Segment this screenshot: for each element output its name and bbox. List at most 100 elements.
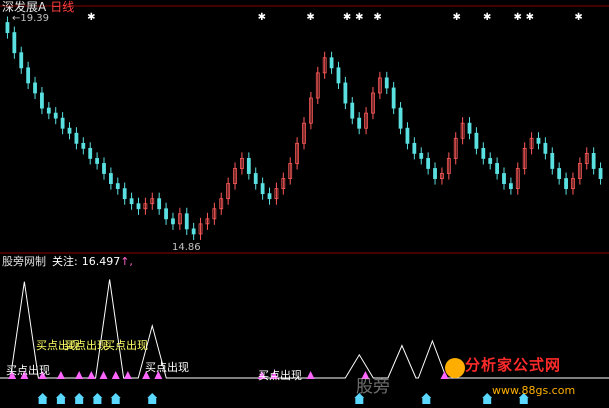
candle-body <box>488 158 493 164</box>
chart-title: 深发展A 日线 <box>2 1 74 13</box>
candle-body <box>398 107 403 129</box>
candle-body <box>33 82 37 94</box>
buy-house-icon <box>56 398 65 404</box>
buy-house-roof-icon <box>37 393 48 398</box>
buy-arrow-icon <box>99 371 108 379</box>
buy-house-roof-icon <box>74 393 85 398</box>
candle-body <box>53 112 58 119</box>
candle-body <box>81 142 86 149</box>
signal-mark-icon: ✱ <box>526 12 534 23</box>
candle-body <box>329 57 334 69</box>
candle-body <box>46 107 51 114</box>
signal-mark-icon: ✱ <box>343 12 351 23</box>
candle-body <box>598 168 603 179</box>
buy-house-icon <box>75 398 84 404</box>
low-price-label: 14.86 <box>172 243 201 253</box>
site-logo: 分析家公式网 <box>465 356 562 374</box>
candle-body <box>481 147 486 159</box>
candle-body <box>350 102 355 119</box>
candle-body <box>336 67 341 84</box>
candle-body <box>136 203 141 210</box>
candle-body <box>467 122 472 134</box>
buy-house-icon <box>422 398 431 404</box>
candle-body <box>253 173 258 184</box>
candle-body <box>502 173 506 184</box>
candle-body <box>164 208 168 220</box>
candle-body <box>122 188 127 200</box>
buy-house-icon <box>148 398 157 404</box>
stock-name: 深发展A <box>2 0 47 14</box>
signal-mark-icon: ✱ <box>87 12 95 23</box>
candle-body <box>343 82 348 104</box>
focus-arrow-icon: ↑, <box>120 255 133 268</box>
buy-house-icon <box>519 398 528 404</box>
candle-body <box>19 52 24 69</box>
signal-mark-icon: ✱ <box>258 12 266 23</box>
candle-body <box>157 198 162 210</box>
candle-body <box>246 158 251 174</box>
signal-mark-icon: ✱ <box>483 12 491 23</box>
buy-house-roof-icon <box>482 393 493 398</box>
candle-body <box>5 22 10 33</box>
candle-body <box>191 228 196 235</box>
focus-label: 关注: <box>52 255 78 268</box>
candle-body <box>95 158 100 164</box>
candle-body <box>391 87 396 109</box>
buy-house-icon <box>355 398 364 404</box>
candle-body <box>267 193 272 200</box>
buy-house-icon <box>93 398 102 404</box>
high-price-value: 19.39 <box>20 13 50 24</box>
candle-body <box>115 183 120 190</box>
signal-mark-icon: ✱ <box>306 12 314 23</box>
candle-body <box>88 147 93 159</box>
candle-body <box>184 213 189 230</box>
signal-label: 买点出现 <box>258 369 302 382</box>
signal-mark-icon: ✱ <box>373 12 381 23</box>
buy-house-roof-icon <box>421 393 432 398</box>
candle-body <box>357 117 362 129</box>
buy-house-roof-icon <box>55 393 66 398</box>
candle-body <box>67 127 72 134</box>
signal-label: 买点出现 <box>104 339 148 352</box>
indicator-header: 股旁网制 关注: 16.497↑, <box>2 256 133 267</box>
signal-mark-icon: ✱ <box>453 12 461 23</box>
candle-body <box>40 92 44 109</box>
candle-body <box>508 183 513 190</box>
buy-house-roof-icon <box>110 393 121 398</box>
buy-house-icon <box>38 398 47 404</box>
buy-house-icon <box>111 398 120 404</box>
buy-house-roof-icon <box>92 393 103 398</box>
candle-body <box>26 67 31 84</box>
buy-arrow-icon <box>87 371 96 379</box>
indicator-name[interactable]: 股旁网制 <box>2 255 46 268</box>
candle-body <box>108 173 113 184</box>
candle-body <box>384 77 389 89</box>
buy-arrow-icon <box>123 371 132 379</box>
signal-label: 买点出现 <box>145 361 189 374</box>
buy-house-roof-icon <box>147 393 158 398</box>
focus-value: 16.497 <box>81 255 121 268</box>
candle-body <box>550 152 555 169</box>
candle-body <box>474 132 479 149</box>
candle-body <box>536 137 541 144</box>
watermark: 股旁 <box>356 377 390 397</box>
high-price-label: ←19.39 <box>12 13 50 24</box>
period-label[interactable]: 日线 <box>50 0 74 14</box>
candle-body <box>426 158 431 169</box>
candle-body <box>419 152 424 159</box>
logo-icon <box>445 358 465 378</box>
candle-body <box>405 127 410 144</box>
low-price-value: 14.86 <box>172 242 201 253</box>
candle-body <box>74 132 79 144</box>
buy-arrow-icon <box>306 371 315 379</box>
buy-house-icon <box>483 398 492 404</box>
candle-body <box>12 32 17 54</box>
candle-body <box>564 178 568 190</box>
signal-mark-icon: ✱ <box>513 12 521 23</box>
candle-body <box>260 183 265 195</box>
buy-arrow-icon <box>111 371 120 379</box>
signal-mark-icon: ✱ <box>574 12 582 23</box>
candle-body <box>495 163 500 174</box>
buy-arrow-icon <box>56 371 65 379</box>
candle-body <box>102 163 106 174</box>
